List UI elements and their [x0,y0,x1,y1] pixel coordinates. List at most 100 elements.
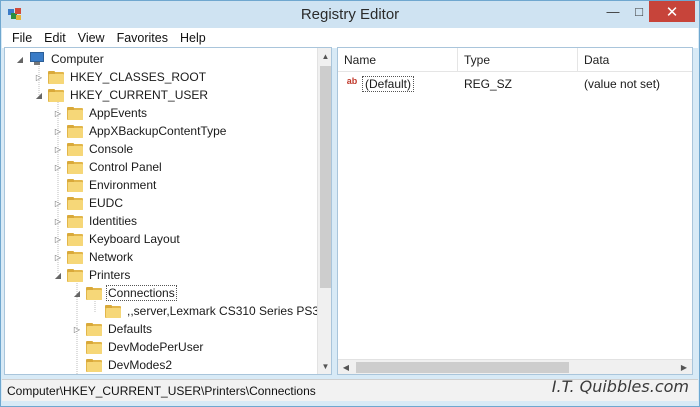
tree-item-devmodes2[interactable]: DevModes2 [72,356,174,374]
tree-scroll-thumb[interactable] [320,66,331,288]
scroll-up-arrow-icon[interactable]: ▲ [318,48,331,64]
tree-item-defaults[interactable]: ▷ Defaults [72,320,154,338]
tree-item-hkey-current-user[interactable]: ◢ HKEY_CURRENT_USER [34,86,210,104]
tree-item-label: Computer [51,52,104,66]
tree-item-label: AppEvents [89,106,148,120]
values-list-pane[interactable]: Name Type Data ab (Default) REG_SZ (valu… [337,47,693,375]
value-name: (Default) [362,76,415,92]
list-header: Name Type Data [338,48,692,72]
tree-item-eudc[interactable]: ▷ EUDC [53,194,125,212]
tree-item-label: Environment [89,178,157,192]
column-header-type[interactable]: Type [458,48,578,72]
expanded-arrow-icon[interactable]: ◢ [72,288,82,298]
folder-icon [86,358,102,372]
maximize-icon: □ [635,4,643,19]
menu-view[interactable]: View [72,31,111,45]
tree-item-label: Console [89,142,134,156]
menu-edit[interactable]: Edit [38,31,72,45]
close-button[interactable]: ✕ [649,1,695,22]
folder-icon [67,160,83,174]
registry-value-row[interactable]: ab (Default) REG_SZ (value not set) [338,75,692,93]
title-bar[interactable]: Registry Editor — □ ✕ [1,1,699,28]
collapsed-arrow-icon[interactable]: ▷ [72,324,82,334]
status-path: Computer\HKEY_CURRENT_USER\Printers\Conn… [7,383,316,398]
scroll-right-arrow-icon[interactable]: ▶ [676,360,692,374]
string-value-icon: ab [346,76,358,86]
menu-favorites[interactable]: Favorites [111,31,174,45]
minimize-icon: — [606,4,620,19]
tree-item-environment[interactable]: Environment [53,176,158,194]
expander-placeholder [72,360,82,370]
expanded-arrow-icon[interactable]: ◢ [15,54,25,64]
list-horizontal-scrollbar[interactable]: ◀ ▶ [338,359,692,374]
tree-item-printers[interactable]: ◢ Printers [53,266,132,284]
tree-item-label: Printers [89,268,131,282]
window-title: Registry Editor [300,6,400,23]
folder-icon [67,124,83,138]
tree-item-label: DevModes2 [108,358,173,372]
tree-item-label: HKEY_CLASSES_ROOT [70,70,207,84]
collapsed-arrow-icon[interactable]: ▷ [53,216,63,226]
collapsed-arrow-icon[interactable]: ▷ [53,252,63,262]
folder-icon [67,178,83,192]
folder-icon [67,142,83,156]
tree-item-label: ,,server,Lexmark CS310 Series PS3 [127,304,320,318]
menu-file[interactable]: File [6,31,38,45]
close-icon: ✕ [665,3,679,21]
folder-icon [67,106,83,120]
open-folder-icon [86,286,102,300]
expander-placeholder [53,180,63,190]
tree-item-identities[interactable]: ▷ Identities [53,212,139,230]
tree-item-label: AppXBackupContentType [89,124,227,138]
tree-item-keyboard-layout[interactable]: ▷ Keyboard Layout [53,230,182,248]
tree-item-connections[interactable]: ◢ Connections [72,284,177,302]
collapsed-arrow-icon[interactable]: ▷ [53,234,63,244]
collapsed-arrow-icon[interactable]: ▷ [53,198,63,208]
collapsed-arrow-icon[interactable]: ▷ [53,126,63,136]
tree-vertical-scrollbar[interactable]: ▲ ▼ [317,48,331,374]
expander-placeholder [91,306,101,316]
collapsed-arrow-icon[interactable]: ▷ [34,72,44,82]
tree-item-devmodeperuser[interactable]: DevModePerUser [72,338,205,356]
tree-item-label: Control Panel [89,160,162,174]
tree-item-console[interactable]: ▷ Console [53,140,135,158]
minimize-button[interactable]: — [601,1,625,22]
collapsed-arrow-icon[interactable]: ▷ [53,144,63,154]
column-header-data[interactable]: Data [578,48,692,72]
value-name-cell: ab (Default) [338,76,458,92]
folder-icon [86,340,102,354]
tree-item-control-panel[interactable]: ▷ Control Panel [53,158,164,176]
maximize-button[interactable]: □ [627,1,651,22]
scroll-left-arrow-icon[interactable]: ◀ [338,360,354,374]
watermark: I.T. Quibbles.com [551,377,689,396]
collapsed-arrow-icon[interactable]: ▷ [53,108,63,118]
tree-item-appevents[interactable]: ▷ AppEvents [53,104,149,122]
folder-icon [67,268,83,282]
tree-item-label: Keyboard Layout [89,232,180,246]
expander-placeholder [72,342,82,352]
collapsed-arrow-icon[interactable]: ▷ [53,162,63,172]
expanded-arrow-icon[interactable]: ◢ [53,270,63,280]
tree-item-label: HKEY_CURRENT_USER [70,88,209,102]
tree-item-label: Identities [89,214,138,228]
list-scroll-thumb[interactable] [356,362,569,373]
tree-item-computer[interactable]: ◢ Computer [15,50,106,68]
tree-item-label: Defaults [108,322,153,336]
tree-item-hkey-classes-root[interactable]: ▷ HKEY_CLASSES_ROOT [34,68,208,86]
expanded-arrow-icon[interactable]: ◢ [34,90,44,100]
tree-item-appxbackupcontenttype[interactable]: ▷ AppXBackupContentType [53,122,228,140]
registry-editor-window: Registry Editor — □ ✕ File Edit View Fav… [0,0,700,407]
folder-icon [105,304,121,318]
value-data: (value not set) [584,77,661,91]
folder-icon [67,196,83,210]
menu-help[interactable]: Help [174,31,212,45]
folder-icon [67,232,83,246]
tree-item-label: EUDC [89,196,124,210]
registry-tree-pane[interactable]: ◢ Computer ▷ HKEY_CLASSES_ROOT ◢ HKEY_CU… [4,47,332,375]
value-type: REG_SZ [464,77,513,91]
tree-item-label: Network [89,250,134,264]
scroll-down-arrow-icon[interactable]: ▼ [318,358,331,374]
tree-item-lexmark-printer[interactable]: ,,server,Lexmark CS310 Series PS3 [91,302,321,320]
tree-item-network[interactable]: ▷ Network [53,248,135,266]
column-header-name[interactable]: Name [338,48,458,72]
